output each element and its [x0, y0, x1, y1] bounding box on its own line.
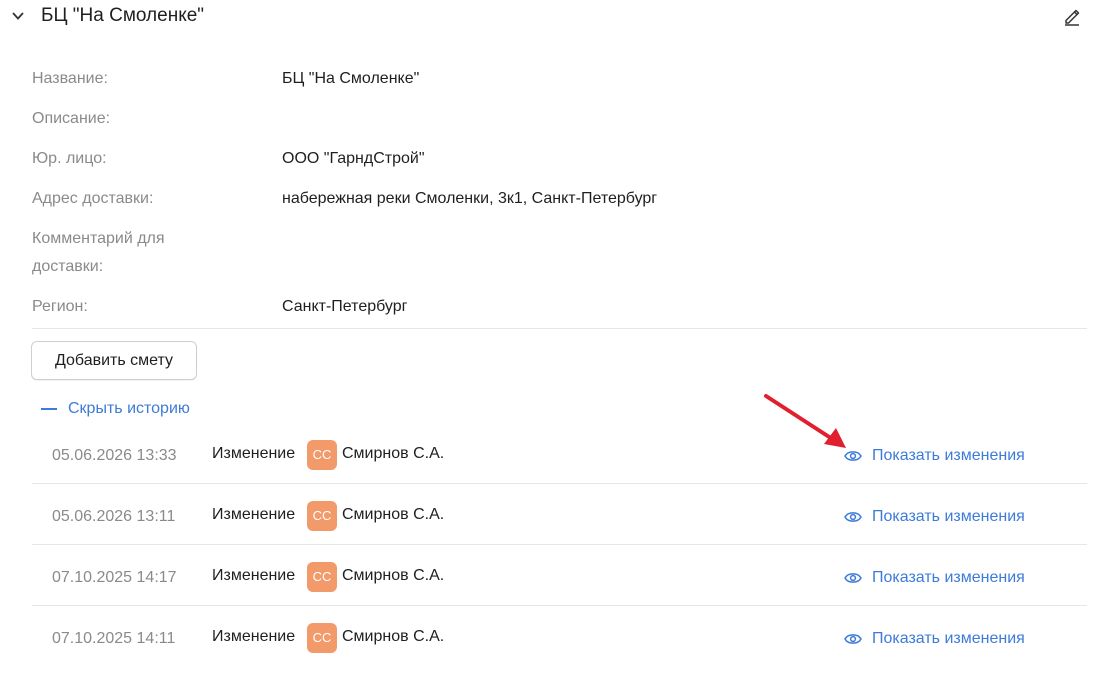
- history-action: Изменение: [212, 628, 296, 645]
- show-changes-label: Показать изменения: [872, 630, 1025, 647]
- eye-icon: [844, 451, 862, 461]
- history-action: Изменение: [212, 567, 296, 584]
- eye-icon: [844, 634, 862, 644]
- section-header: БЦ "На Смоленке": [0, 0, 1098, 34]
- divider: [32, 483, 1087, 484]
- history-row: 07.10.2025 14:11 Изменение СС Смирнов С.…: [32, 615, 1087, 676]
- history-user: Смирнов С.А.: [342, 628, 445, 645]
- history-date: 07.10.2025 14:11: [52, 630, 176, 647]
- avatar: СС: [307, 501, 337, 531]
- divider: [32, 605, 1087, 606]
- avatar: СС: [307, 440, 337, 470]
- field-value-name: БЦ "На Смоленке": [282, 70, 420, 87]
- field-value-region: Санкт-Петербург: [282, 298, 408, 315]
- pencil-icon[interactable]: [1062, 6, 1082, 26]
- add-estimate-button[interactable]: Добавить смету: [31, 341, 197, 380]
- field-value-delivery-address: набережная реки Смоленки, 3к1, Санкт-Пет…: [282, 190, 658, 207]
- field-label-delivery-address: Адрес доставки:: [32, 190, 154, 207]
- minus-icon: [41, 408, 57, 410]
- field-label-name: Название:: [32, 70, 108, 87]
- history-user: Смирнов С.А.: [342, 506, 445, 523]
- history-user: Смирнов С.А.: [342, 445, 445, 462]
- avatar: СС: [307, 562, 337, 592]
- divider: [32, 544, 1087, 545]
- divider: [32, 328, 1087, 329]
- chevron-down-icon[interactable]: [10, 8, 26, 24]
- field-label-region: Регион:: [32, 298, 88, 315]
- field-label-delivery-comment: Комментарий для: [32, 230, 165, 247]
- history-action: Изменение: [212, 445, 296, 462]
- field-label-description: Описание:: [32, 110, 111, 127]
- show-changes-label: Показать изменения: [872, 569, 1025, 586]
- history-action: Изменение: [212, 506, 296, 523]
- field-label-delivery-comment-line2: доставки:: [32, 258, 104, 275]
- section-title: БЦ "На Смоленке": [41, 5, 205, 26]
- hide-history-label: Скрыть историю: [68, 400, 190, 417]
- show-changes-label: Показать изменения: [872, 508, 1025, 525]
- history-user: Смирнов С.А.: [342, 567, 445, 584]
- history-date: 07.10.2025 14:17: [52, 569, 177, 586]
- avatar: СС: [307, 623, 337, 653]
- eye-icon: [844, 512, 862, 522]
- history-date: 05.06.2026 13:33: [52, 447, 177, 464]
- field-value-legal-entity: ООО "ГарндСтрой": [282, 150, 425, 167]
- show-changes-label: Показать изменения: [872, 447, 1025, 464]
- eye-icon: [844, 573, 862, 583]
- field-label-legal-entity: Юр. лицо:: [32, 150, 107, 167]
- history-date: 05.06.2026 13:11: [52, 508, 176, 525]
